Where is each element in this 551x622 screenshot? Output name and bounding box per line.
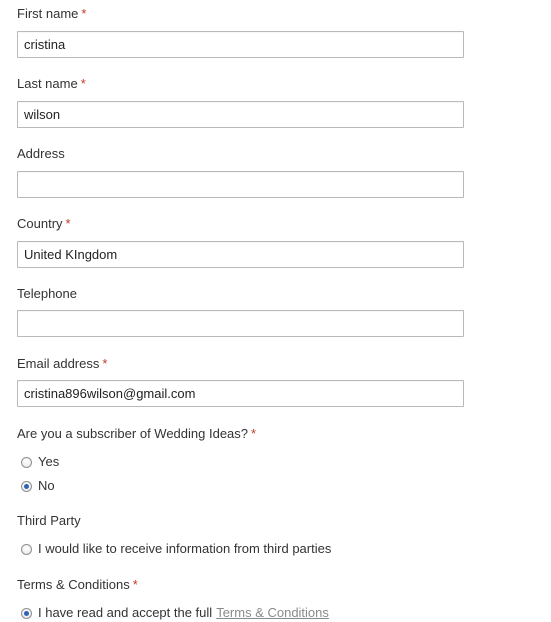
required-marker: * bbox=[81, 6, 87, 21]
subscriber-no-label: No bbox=[38, 478, 55, 493]
terms-option[interactable]: I have read and accept the full Terms & … bbox=[21, 605, 329, 621]
last-name-label-text: Last name bbox=[17, 76, 78, 91]
email-label: Email address * bbox=[17, 356, 107, 372]
subscriber-option-yes[interactable]: Yes bbox=[21, 454, 59, 470]
country-label-text: Country bbox=[17, 216, 63, 231]
email-input[interactable] bbox=[17, 380, 464, 407]
email-label-text: Email address bbox=[17, 356, 100, 371]
telephone-label: Telephone bbox=[17, 286, 77, 302]
first-name-input[interactable] bbox=[17, 31, 464, 58]
address-label: Address bbox=[17, 146, 65, 162]
first-name-label: First name * bbox=[17, 6, 86, 22]
required-marker: * bbox=[251, 426, 257, 441]
required-marker: * bbox=[102, 356, 108, 371]
last-name-input[interactable] bbox=[17, 101, 464, 128]
terms-label-text: Terms & Conditions bbox=[17, 577, 130, 592]
subscriber-option-no[interactable]: No bbox=[21, 478, 55, 494]
telephone-label-text: Telephone bbox=[17, 286, 77, 301]
subscriber-yes-label: Yes bbox=[38, 454, 60, 469]
telephone-input[interactable] bbox=[17, 310, 464, 337]
third-party-option-label: I would like to receive information from… bbox=[38, 541, 332, 556]
subscriber-question-text: Are you a subscriber of Wedding Ideas? bbox=[17, 426, 249, 441]
terms-link[interactable]: Terms & Conditions bbox=[216, 605, 329, 621]
first-name-label-text: First name bbox=[17, 6, 79, 21]
address-label-text: Address bbox=[17, 146, 65, 161]
subscriber-yes-radio[interactable] bbox=[21, 456, 32, 468]
terms-radio[interactable] bbox=[21, 607, 32, 619]
third-party-label: Third Party bbox=[17, 513, 81, 529]
country-label: Country * bbox=[17, 216, 71, 232]
required-marker: * bbox=[132, 577, 138, 592]
subscriber-no-radio[interactable] bbox=[21, 480, 32, 492]
country-input[interactable] bbox=[17, 241, 464, 268]
third-party-radio[interactable] bbox=[21, 543, 32, 555]
required-marker: * bbox=[65, 216, 71, 231]
last-name-label: Last name * bbox=[17, 76, 86, 92]
terms-label: Terms & Conditions * bbox=[17, 577, 138, 593]
terms-option-label: I have read and accept the full bbox=[38, 605, 213, 620]
third-party-option[interactable]: I would like to receive information from… bbox=[21, 541, 331, 557]
third-party-label-text: Third Party bbox=[17, 513, 81, 528]
required-marker: * bbox=[80, 76, 86, 91]
subscriber-question-label: Are you a subscriber of Wedding Ideas? * bbox=[17, 426, 256, 442]
address-input[interactable] bbox=[17, 171, 464, 198]
